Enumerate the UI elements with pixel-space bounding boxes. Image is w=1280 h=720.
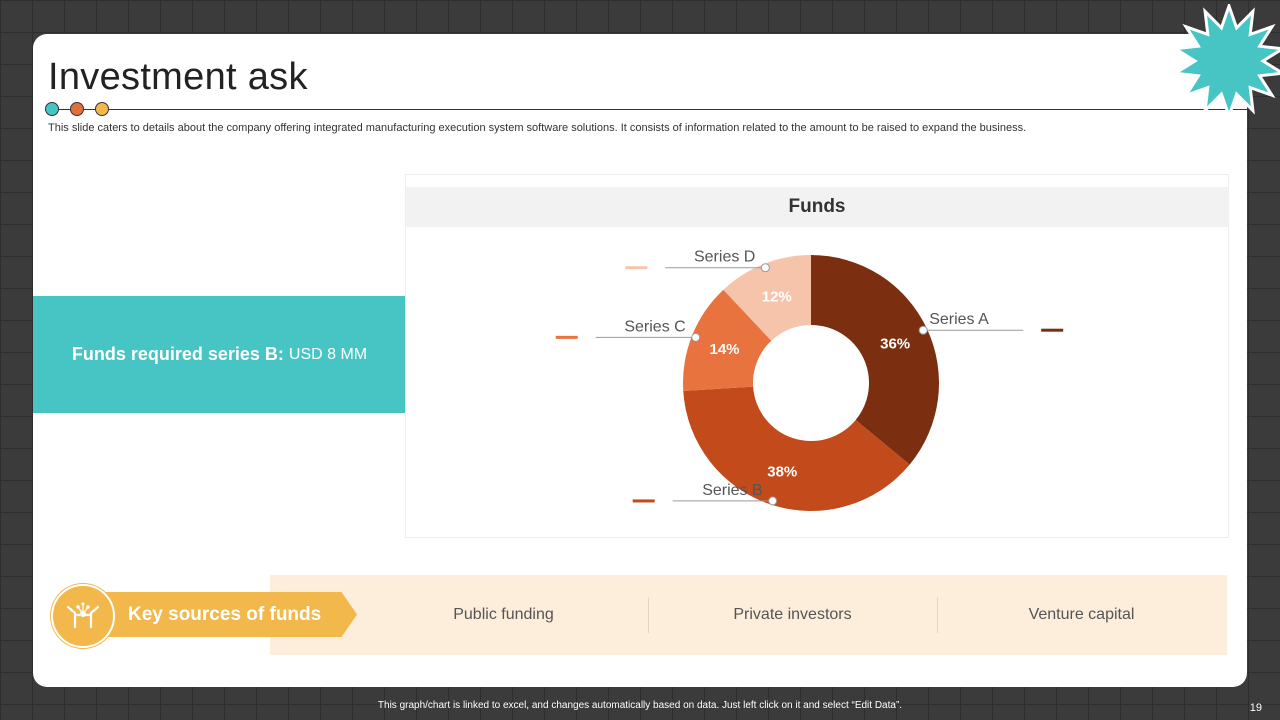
leader-dot-series-a	[918, 325, 928, 335]
leader-dot-series-d	[760, 263, 770, 273]
leader-dot-series-c	[691, 332, 701, 342]
decor-dot-teal	[45, 102, 59, 116]
category-label-series-a: Series A	[929, 311, 989, 328]
legend-tick-series-b	[632, 499, 655, 503]
source-public-funding: Public funding	[453, 606, 554, 623]
category-label-series-b: Series B	[702, 482, 762, 499]
hands-network-icon	[66, 602, 100, 629]
decor-dot-yellow	[95, 102, 109, 116]
source-private-investors: Private investors	[733, 606, 852, 623]
funds-chart-panel[interactable]: Funds 36% Series A 38% Series B 14% Series C1…	[405, 174, 1229, 538]
page-number: 19	[1249, 702, 1262, 714]
legend-tick-series-d	[625, 266, 648, 270]
category-label-series-d: Series D	[694, 249, 755, 266]
key-sources-icon-badge	[51, 584, 115, 648]
slide-subtitle: This slide caters to details about the c…	[48, 122, 1027, 134]
source-venture-capital: Venture capital	[1028, 606, 1135, 623]
funds-required-label: Funds required series B:	[71, 344, 284, 364]
funds-required-value: USD 8 MM	[288, 345, 368, 363]
title-underline	[48, 109, 1247, 110]
slice-value-label-series-b: 38%	[767, 463, 797, 480]
legend-tick-series-a	[1041, 328, 1064, 332]
legend-tick-series-c	[555, 335, 578, 339]
slide-canvas: Investment ask This slide caters to deta…	[33, 34, 1247, 687]
donut-slice-series-a[interactable]	[811, 255, 939, 465]
starburst-shape	[1172, 4, 1280, 118]
sources-band: Public funding Private investors Venture…	[270, 575, 1227, 655]
starburst-decoration	[1172, 4, 1280, 118]
slice-value-label-series-c: 14%	[710, 341, 740, 358]
funds-required-box: Funds required series B: USD 8 MM	[33, 296, 406, 413]
slice-value-label-series-d: 12%	[762, 289, 792, 306]
leader-dot-series-b	[768, 496, 778, 506]
donut-chart[interactable]: 36% Series A 38% Series B 14% Series C 12% Seri…	[406, 175, 1228, 537]
slide-title: Investment ask	[48, 56, 308, 98]
slice-value-label-series-a: 36%	[880, 335, 910, 352]
decor-dot-orange	[70, 102, 84, 116]
key-sources-label: Key sources of funds	[128, 604, 322, 625]
footer-note: This graph/chart is linked to excel, and…	[377, 700, 903, 711]
category-label-series-c: Series C	[624, 318, 685, 335]
